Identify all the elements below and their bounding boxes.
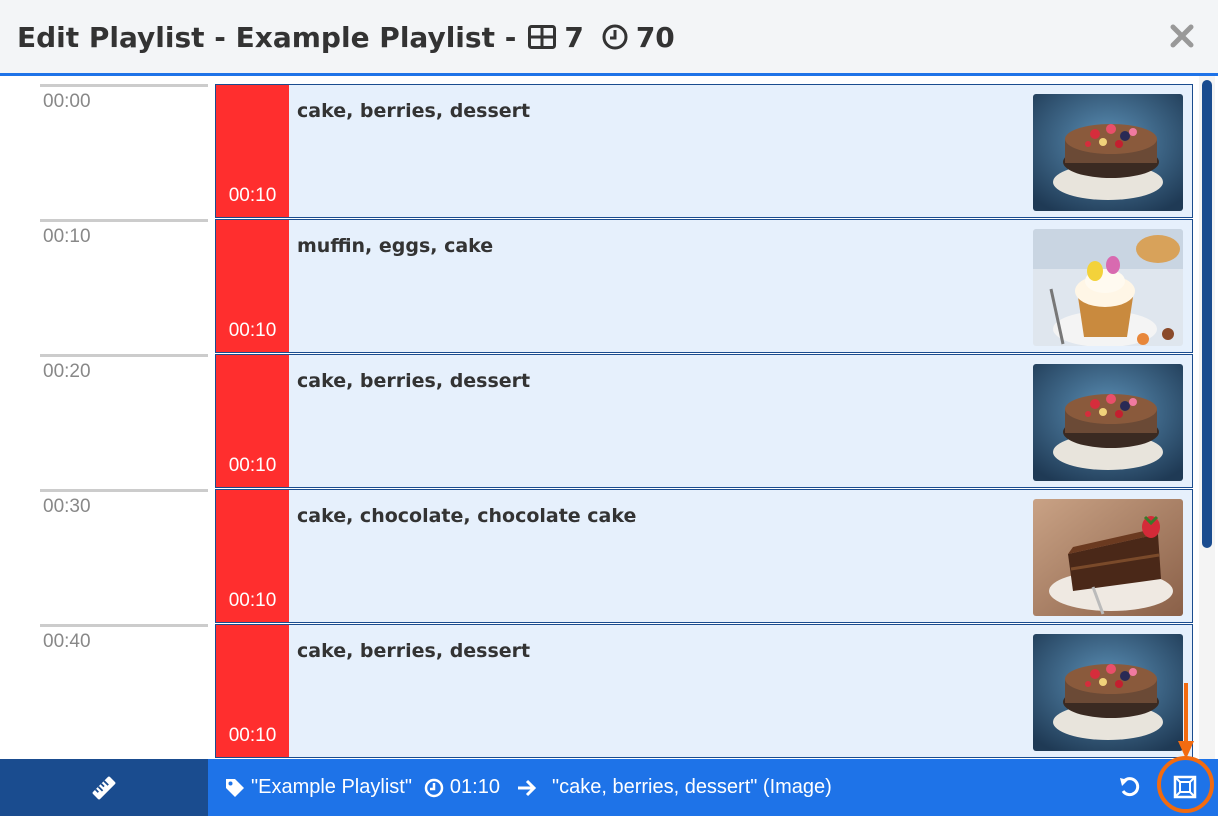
time-ruler: 00:00 00:10 00:20 00:30 00:40	[0, 76, 215, 759]
total-duration-value: 70	[635, 20, 675, 54]
annotation-arrow-icon	[1178, 683, 1194, 759]
playlist-item[interactable]: 00:10 cake, berries, dessert	[215, 354, 1193, 488]
time-tick: 00:10	[40, 219, 208, 354]
grid-icon	[528, 25, 557, 49]
time-tick: 00:20	[40, 354, 208, 489]
playlist-item[interactable]: 00:10 muffin, eggs, cake	[215, 219, 1193, 353]
item-duration: 00:10	[228, 455, 277, 476]
time-tick-label: 00:30	[43, 496, 91, 517]
item-label: cake, berries, dessert	[297, 100, 531, 122]
title-text: Edit Playlist - Example Playlist -	[17, 20, 517, 54]
edit-playlist-modal: Edit Playlist - Example Playlist - 7 70	[0, 0, 1218, 819]
playlist-timeline-area: 00:00 00:10 00:20 00:30 00:40 00:10 cake…	[0, 76, 1218, 759]
arrow-right-icon	[517, 779, 537, 796]
time-tick-label: 00:40	[43, 631, 91, 652]
cake-berries-thumbnail	[1033, 634, 1183, 751]
time-tick-label: 00:00	[43, 91, 91, 112]
item-count: 7	[528, 20, 584, 54]
scrollbar-thumb[interactable]	[1202, 80, 1212, 548]
ruler-button[interactable]	[0, 759, 208, 816]
time-tick-label: 00:20	[43, 361, 91, 382]
cake-berries-thumbnail	[1033, 364, 1183, 481]
item-count-value: 7	[564, 20, 584, 54]
clock-icon	[424, 778, 444, 797]
current-item: "cake, berries, dessert" (Image)	[551, 776, 832, 798]
item-duration: 00:10	[228, 725, 277, 746]
muffin-eggs-thumbnail	[1033, 229, 1183, 346]
modal-header: Edit Playlist - Example Playlist - 7 70	[0, 0, 1218, 76]
cake-berries-thumbnail	[1033, 94, 1183, 211]
tag-icon	[226, 778, 244, 797]
time-tick: 00:40	[40, 624, 208, 759]
item-duration: 00:10	[228, 590, 277, 611]
playlist-duration: 01:10	[449, 776, 500, 798]
status-info: "Example Playlist" 01:10 "cake, berries,…	[225, 759, 832, 816]
modal-title: Edit Playlist - Example Playlist - 7 70	[17, 17, 675, 57]
item-duration: 00:10	[228, 185, 277, 206]
close-icon[interactable]	[1168, 22, 1196, 50]
status-bar: "Example Playlist" 01:10 "cake, berries,…	[0, 759, 1218, 816]
item-label: cake, berries, dessert	[297, 640, 531, 662]
playlist-name: "Example Playlist"	[251, 776, 412, 798]
playlist-item[interactable]: 00:10 cake, berries, dessert	[215, 84, 1193, 218]
clock-icon	[602, 24, 628, 50]
time-tick: 00:30	[40, 489, 208, 624]
undo-icon[interactable]	[1118, 775, 1142, 799]
item-label: cake, berries, dessert	[297, 370, 531, 392]
time-tick-label: 00:10	[43, 226, 91, 247]
vertical-scrollbar[interactable]	[1199, 76, 1215, 759]
item-duration: 00:10	[228, 320, 277, 341]
chocolate-cake-thumbnail	[1033, 499, 1183, 616]
time-tick: 00:00	[40, 84, 208, 219]
item-label: muffin, eggs, cake	[297, 235, 494, 257]
playlist-item[interactable]: 00:10 cake, berries, dessert	[215, 624, 1193, 758]
playlist-item[interactable]: 00:10 cake, chocolate, chocolate cake	[215, 489, 1193, 623]
total-duration: 70	[602, 21, 675, 54]
annotation-highlight-circle	[1157, 756, 1214, 813]
ruler-icon	[92, 776, 116, 799]
item-label: cake, chocolate, chocolate cake	[297, 505, 637, 527]
